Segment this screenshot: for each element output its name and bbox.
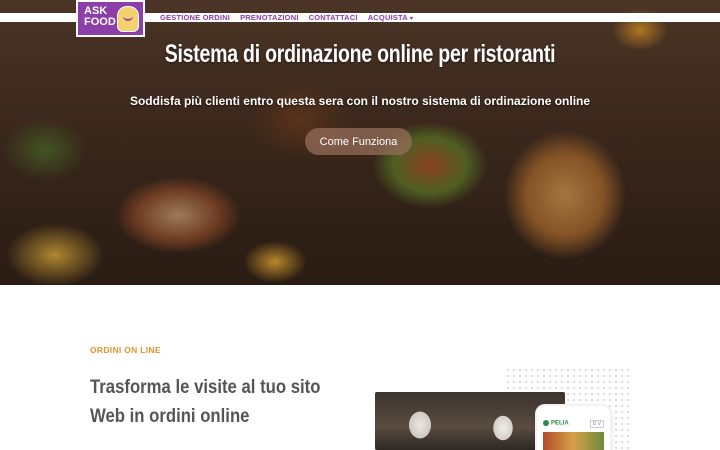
hero-banner: ASK FOOD GESTIONE ORDINI PRENOTAZIONI CO… — [0, 0, 720, 285]
nav-item-acquista-label: ACQUISTA — [367, 13, 408, 22]
chef-mascot-icon — [117, 6, 139, 32]
section-kicker: ORDINI ON LINE — [90, 345, 161, 355]
hero-title: Sistema di ordinazione online per ristor… — [164, 40, 556, 68]
main-nav: GESTIONE ORDINI PRENOTAZIONI CONTATTACI … — [160, 13, 413, 22]
nav-item-acquista[interactable]: ACQUISTA ▾ — [368, 13, 413, 22]
nav-item-prenotazioni[interactable]: PRENOTAZIONI — [240, 13, 299, 22]
phone-mockup: PELIA D V — [537, 406, 610, 450]
phone-brand-logo: PELIA — [543, 420, 569, 427]
how-it-works-button[interactable]: Come Funziona — [305, 128, 412, 155]
nav-item-gestione-ordini[interactable]: GESTIONE ORDINI — [160, 13, 230, 22]
phone-food-image — [543, 432, 604, 450]
phone-language-control: D V — [589, 420, 604, 428]
nav-item-contattaci[interactable]: CONTATTACI — [309, 13, 358, 22]
section-heading: Trasforma le visite al tuo sito Web in o… — [90, 377, 321, 427]
chevron-down-icon: ▾ — [409, 16, 414, 22]
site-logo[interactable]: ASK FOOD — [76, 0, 145, 37]
hero-subtitle: Soddisfa più clienti entro questa sera c… — [129, 94, 591, 108]
